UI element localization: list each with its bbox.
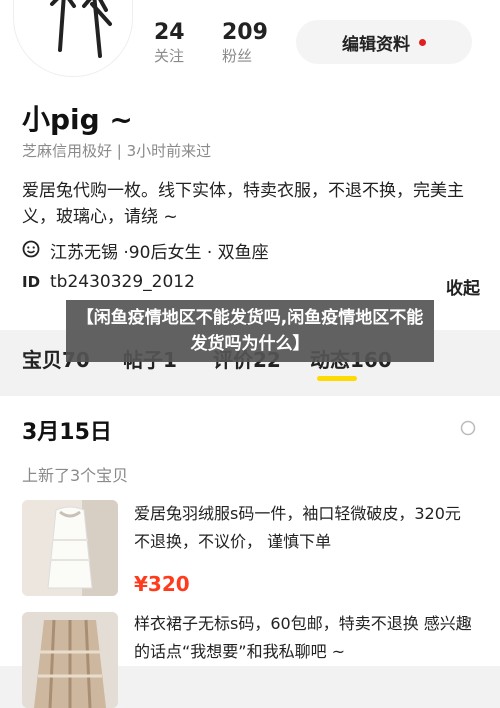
credit-meta: 芝麻信用极好 | 3小时前来过 — [22, 142, 212, 160]
edit-profile-button[interactable]: 编辑资料 — [296, 20, 472, 64]
location-text: 江苏无锡 ·90后女生 · 双鱼座 — [50, 243, 269, 263]
product-title: 样衣裙子无标s码，60包邮，特卖不退换 感兴趣的话点“我想要”和我私聊吧 ~ — [134, 614, 472, 661]
product-title: 爱居兔羽绒服s码一件，袖口轻微破皮，320元不退换，不议价， 谨慎下单 — [134, 504, 461, 551]
feed-date: 3月15日 — [22, 420, 112, 445]
active-tab-indicator — [317, 376, 357, 381]
fans-stat[interactable]: 209 粉丝 — [222, 20, 268, 66]
avatar[interactable] — [14, 0, 132, 76]
fold-button[interactable]: 收起 — [446, 274, 480, 299]
product-thumbnail[interactable] — [22, 612, 118, 708]
fans-label: 粉丝 — [222, 47, 253, 65]
location-row: 江苏无锡 ·90后女生 · 双鱼座 — [22, 238, 269, 263]
bio: 爱居兔代购一枚。线下实体，特卖衣服，不退不换，完美主义，玻璃心，请绕 ~ — [22, 181, 464, 227]
notification-dot-icon — [419, 38, 426, 46]
id-row: ID tb2430329_2012 — [22, 272, 195, 292]
edit-profile-label: 编辑资料 — [342, 34, 410, 55]
product-price: ¥320 — [134, 572, 190, 596]
fans-count: 209 — [222, 20, 268, 45]
nickname: 小pig ~ — [22, 103, 133, 136]
following-stat[interactable]: 24 关注 — [154, 20, 185, 66]
following-count: 24 — [154, 20, 185, 45]
product-thumbnail[interactable] — [22, 500, 118, 596]
overlay-banner: 【闲鱼疫情地区不能发货吗,闲鱼疫情地区不能发货吗为什么】 — [66, 300, 434, 362]
id-value: tb2430329_2012 — [50, 272, 195, 292]
smiley-icon — [22, 240, 50, 262]
id-label: ID — [22, 273, 41, 291]
activity-feed: 3月15日 上新了3个宝贝 爱居兔羽绒服s码一件，袖口轻微破皮，320元不退换，… — [0, 396, 500, 708]
following-label: 关注 — [154, 47, 185, 65]
more-icon[interactable] — [460, 420, 476, 440]
feed-subtitle: 上新了3个宝贝 — [22, 466, 129, 485]
profile-header: 24 关注 209 粉丝 编辑资料 小pig ~ 芝麻信用极好 | 3小时前来过… — [0, 0, 500, 381]
